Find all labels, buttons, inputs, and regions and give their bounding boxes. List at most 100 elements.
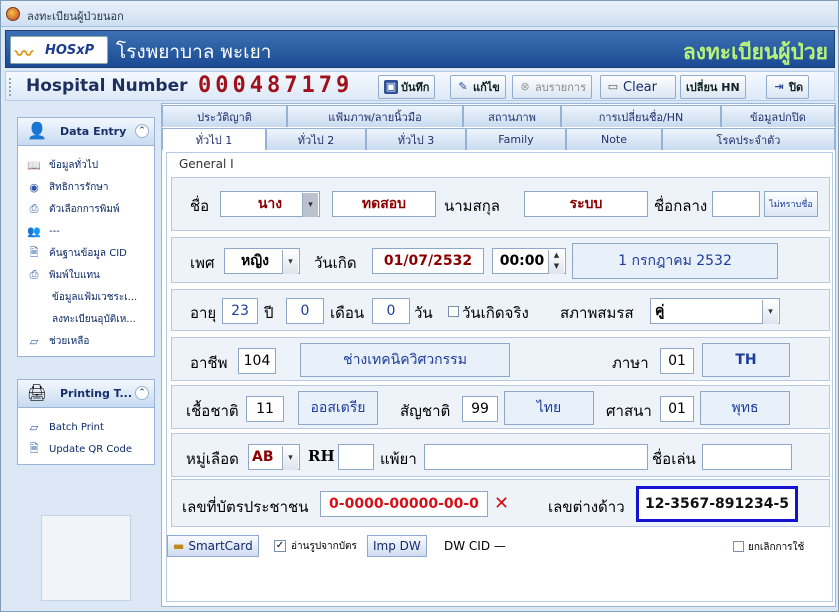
tab-relatives[interactable]: ประวัติญาติ [162,105,287,127]
data-entry-panel: 👤 Data Entry ⌃ 📖 ข้อมูลทั่วไป ◉ สิทธิการรั… [17,117,155,357]
language-label: ภาษา [612,354,649,372]
religion-name: พุทธ [700,391,790,425]
cancel-use-checkbox[interactable] [733,541,744,552]
toolbar-grip[interactable] [9,78,12,96]
sidebar-item-update-qr[interactable]: 🗎 Update QR Code [18,438,154,460]
imp-dw-button[interactable]: Imp DW [367,535,427,557]
help-icon: ▱ [29,334,39,348]
tab-general-3[interactable]: ทั่วไป 3 [366,128,466,150]
chevron-down-icon[interactable]: ▾ [762,300,778,324]
delete-button[interactable]: ⊗ ลบรายการ [512,75,592,99]
cid-input[interactable]: 0-0000-00000-00-0 [320,491,488,517]
sidebar-item-print-options[interactable]: ⎙ ตัวเลือกการพิมพ์ [18,198,154,220]
printer-icon: ⎙ [29,202,39,215]
language-name: TH [702,343,790,377]
sidebar-item-general-info[interactable]: 📖 ข้อมูลทั่วไป [18,154,154,176]
main-panel: ประวัติญาติ แฟ้มภาพ/ลายนิ้วมือ สถานภาพ ก… [161,103,836,607]
spin-updown-icon[interactable]: ▲ ▼ [548,250,564,274]
sidebar-item-separator[interactable]: 👥 --- [18,220,154,242]
sex-select[interactable]: หญิง ▾ [224,248,300,274]
qr-icon: 🗎 [29,441,39,455]
first-name-input[interactable]: ทดสอบ [332,191,436,217]
smartcard-button[interactable]: ▬ SmartCard [167,535,259,557]
data-entry-header[interactable]: 👤 Data Entry ⌃ [18,118,154,146]
invalid-x-icon: ✕ [494,493,510,514]
dw-cid-text: DW CID — [444,539,506,553]
race-name: ออสเตรีย [298,391,378,425]
language-code-input[interactable]: 01 [660,348,694,374]
name-label: ชื่อ [190,197,210,215]
age-months[interactable]: 0 [286,298,324,324]
cid-label: เลขที่บัตรประชาชน [182,498,309,516]
chevron-down-icon[interactable]: ▾ [282,446,298,470]
printing-header[interactable]: 🖨 Printing T... ⌃ [18,380,154,408]
sidebar-item-search-cid[interactable]: 🗎 ค้นฐานข้อมูล CID [18,242,154,264]
nickname-input[interactable] [702,444,792,470]
sidebar-item-medical-record[interactable]: ข้อมูลแฟ้มเวชระเ... [18,286,154,308]
rh-label: RH [308,447,335,465]
sidebar-item-help[interactable]: ▱ ช่วยเหลือ [18,330,154,352]
dob-text: 1 กรกฎาคม 2532 [572,243,778,279]
year-label: ปี [264,304,274,322]
allergy-input[interactable] [424,444,648,470]
foreign-id-input[interactable]: 12-3567-891234-5 [636,486,798,522]
tab-note[interactable]: Note [566,128,662,150]
prefix-select[interactable]: นาง ▾ [220,191,320,217]
tab-family[interactable]: Family [466,128,566,150]
rh-input[interactable] [338,444,374,470]
tab-general-2[interactable]: ทั่วไป 2 [266,128,366,150]
dob-input[interactable]: 01/07/2532 [372,248,484,274]
sidebar-item-rights[interactable]: ◉ สิทธิการรักษา [18,176,154,198]
tab-confidential[interactable]: ข้อมูลปกปิด [721,105,835,127]
age-days[interactable]: 0 [372,298,410,324]
nationality-code-input[interactable]: 99 [462,396,498,422]
database-icon: 🗎 [29,245,39,259]
sidebar-item-reprint[interactable]: ⎙ พิมพ์ใบแทน [18,264,154,286]
race-box: เชื้อชาติ 11 ออสเตรีย สัญชาติ 99 ไทย ศาส… [171,385,830,429]
marital-select[interactable]: คู่ ▾ [650,298,780,324]
surname-input[interactable]: ระบบ [524,191,648,217]
unknown-name-button[interactable]: ไม่ทราบชื่อ [764,191,818,217]
cid-box: เลขที่บัตรประชาชน 0-0000-00000-00-0 ✕ เล… [171,479,830,527]
nationality-label: สัญชาติ [400,402,451,420]
blood-select[interactable]: AB ▾ [248,444,300,470]
collapse-icon[interactable]: ⌃ [135,124,149,138]
page-title: ลงทะเบียนผู้ป่วย [682,39,828,64]
clear-button[interactable]: ▭ Clear [600,75,676,99]
surname-label: นามสกุล [444,197,500,215]
time-input[interactable]: 00:00 ▲ ▼ [492,248,566,274]
age-label: อายุ [190,304,217,322]
tab-chronic-disease[interactable]: โรคประจำตัว [662,128,835,150]
middle-name-input[interactable] [712,191,760,217]
title-bar: ลงทะเบียนผู้ป่วยนอก [1,1,838,27]
read-photo-checkbox[interactable]: ✓ [274,540,286,552]
tab-status[interactable]: สถานภาพ [463,105,561,127]
change-hn-button[interactable]: เปลี่ยน HN [680,75,746,99]
sidebar-item-accident-register[interactable]: ลงทะเบียนอุบัติเห... [18,308,154,330]
sidebar-item-batch-print[interactable]: ▱ Batch Print [18,416,154,438]
collapse-icon[interactable]: ⌃ [135,386,149,400]
printer-large-icon: 🖨 [26,383,48,402]
race-code-input[interactable]: 11 [246,396,284,422]
close-button[interactable]: ⇥ ปิด [766,75,810,99]
pencil-icon: ✎ [458,80,468,93]
real-dob-checkbox[interactable] [448,306,459,317]
religion-label: ศาสนา [606,402,652,420]
chevron-down-icon[interactable]: ▾ [282,250,298,274]
edit-button[interactable]: ✎ แก้ไข [450,75,506,99]
general-tab-content: General I ชื่อ นาง ▾ ทดสอบ นามสกุล ระบบ ช… [166,152,833,602]
tab-row-bottom: ทั่วไป 1 ทั่วไป 2 ทั่วไป 3 Family Note โ… [162,128,837,150]
patient-registration-window: ลงทะเบียนผู้ป่วยนอก 〰 HOSxP โรงพยาบาล พะ… [0,0,839,612]
globe-icon: ◉ [29,180,39,194]
tab-name-change[interactable]: การเปลี่ยนชื่อ/HN [561,105,721,127]
occupation-code-input[interactable]: 104 [238,348,276,374]
month-label: เดือน [330,304,365,322]
chevron-down-icon[interactable]: ▾ [302,193,318,217]
religion-code-input[interactable]: 01 [660,396,694,422]
tab-images[interactable]: แฟ้มภาพ/ลายนิ้วมือ [287,105,463,127]
blood-box: หมู่เลือด AB ▾ RH แพ้ยา ชื่อเล่น [171,433,830,477]
age-years[interactable]: 23 [222,298,258,324]
marital-label: สภาพสมรส [560,304,634,322]
save-button[interactable]: ▣ บันทึก [378,75,436,99]
tab-general-1[interactable]: ทั่วไป 1 [162,128,266,150]
